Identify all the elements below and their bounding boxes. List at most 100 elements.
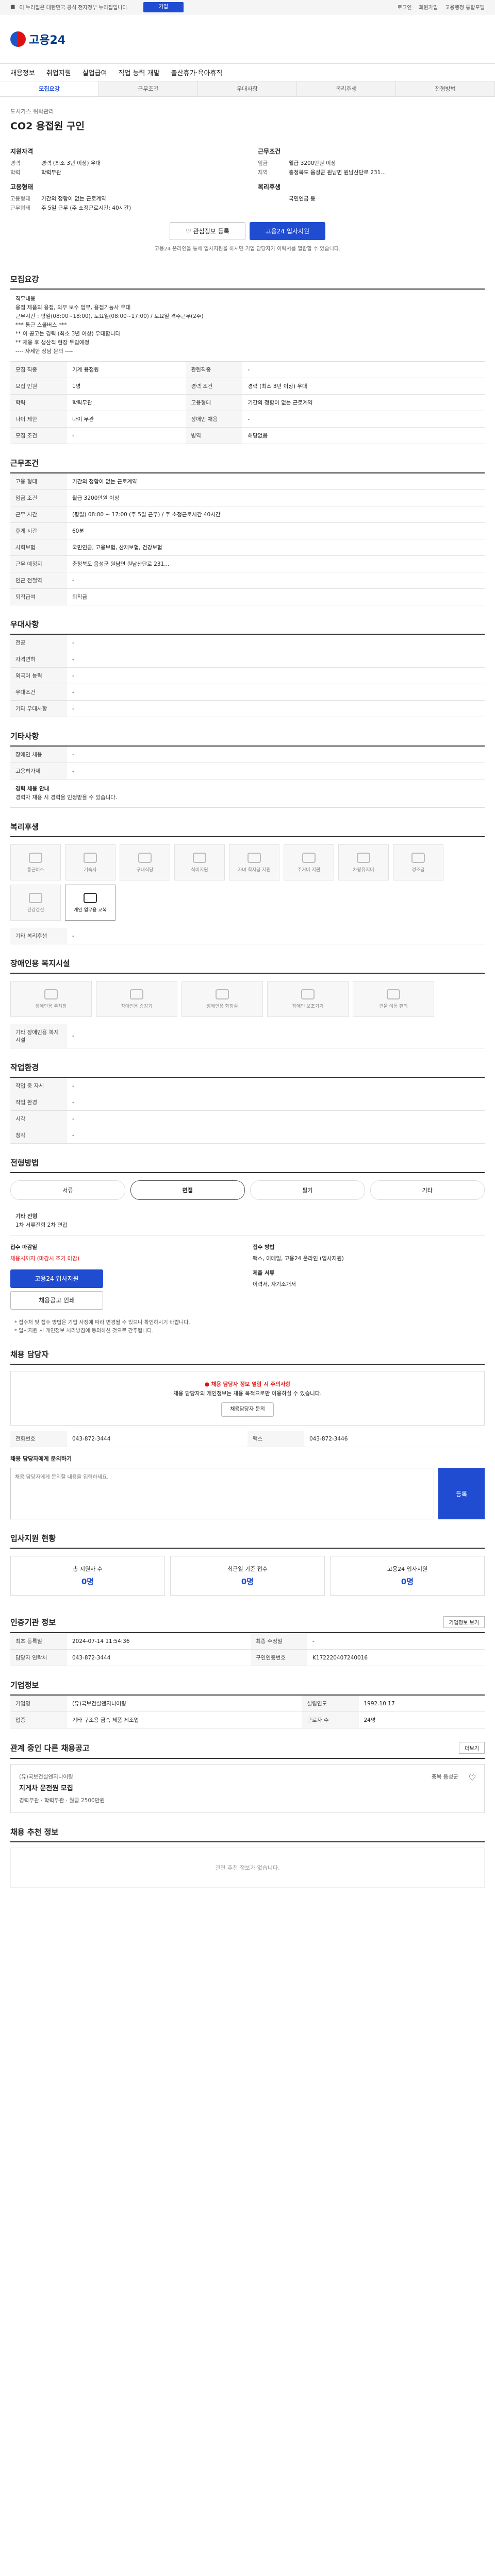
row-key: 근무 예정지 — [10, 555, 67, 572]
info-title: 인증기관 정보 — [10, 1618, 56, 1627]
row-value: 충청북도 음성군 원남면 원남산단로 231... — [67, 555, 485, 572]
row-key: 구인인증번호 — [251, 1649, 307, 1666]
welfare-tile-label: 건강검진 — [27, 907, 44, 913]
nav-item-leave[interactable]: 출산휴가·육아휴직 — [171, 67, 223, 77]
welfare-tile: 차량유지비 — [338, 844, 389, 880]
table-row: 모집 직종 기계 용접원 관련직종 - — [10, 362, 485, 378]
row-value: - — [67, 1127, 485, 1144]
table-row: 청각 - — [10, 1127, 485, 1144]
row-key: 최종 수정일 — [251, 1633, 307, 1650]
selection-section: 전형방법 서류 면접 필기 기타 기타 전형 1차 서류전형 2차 면접 접수 마… — [10, 1157, 485, 1335]
row-value: - — [67, 1094, 485, 1111]
assistive-icon — [301, 989, 315, 999]
other-job-card[interactable]: (유)국보건설엔지니어링 지게차 운전원 모집 경력무관 · 학력무관 · 월급… — [10, 1764, 485, 1813]
row-key: 고용 형태 — [10, 473, 67, 490]
tab-welfare[interactable]: 복리후생 — [297, 81, 396, 96]
bus-icon — [29, 852, 42, 863]
summary-key: 고용형태 — [10, 196, 30, 202]
row-key: 시각 — [10, 1110, 67, 1127]
row-value: - — [307, 1633, 485, 1650]
table-row: 모집 조건 - 병역 해당없음 — [10, 427, 485, 444]
heart-icon: ♡ — [186, 228, 193, 235]
company-info-button[interactable]: 기업정보 보기 — [443, 1616, 485, 1628]
tab-preference[interactable]: 우대사항 — [198, 81, 297, 96]
disability-tile: 장애인용 주차장 — [10, 981, 92, 1017]
row-key: 임금 조건 — [10, 489, 67, 506]
row-value: 043-872-3444 — [67, 1649, 251, 1666]
tab-selection[interactable]: 전형방법 — [396, 81, 495, 96]
table-row: 고용 형태 기간의 정함이 없는 근로계약 — [10, 473, 485, 490]
table-row: 모집 인원 1명 경력 조건 경력 (최소 3년 이상) 우대 — [10, 378, 485, 395]
nav-item-benefit[interactable]: 실업급여 — [82, 67, 107, 77]
welfare-tile-label: 자녀 학자금 지원 — [238, 867, 271, 873]
table-row: 작업 환경 - — [10, 1094, 485, 1111]
warning-icon: ● — [204, 1381, 211, 1387]
row-key: 학력 — [10, 394, 67, 411]
disability-tile: 장애인 보조기기 — [267, 981, 349, 1017]
tuition-icon — [248, 852, 261, 863]
welfare-tiles: 통근버스 기숙사 구내식당 식비지원 자녀 학자금 지원 주거비 지원 차량유지… — [10, 837, 485, 928]
table-row: 우대조건 - — [10, 684, 485, 701]
summary-welfare-heading: 복리후생 — [258, 183, 281, 191]
tab-recruit[interactable]: 모집요강 — [0, 81, 99, 96]
tab-conditions[interactable]: 근무조건 — [99, 81, 198, 96]
scrap-button[interactable]: ♡ 관심정보 등록 — [170, 222, 245, 240]
row-key: 관련직종 — [186, 362, 243, 378]
alert-title: 채용 담당자 정보 열람 시 주의사항 — [211, 1381, 291, 1387]
phone-label: 전화번호 — [10, 1431, 67, 1447]
contact-button[interactable]: 채용담당자 문의 — [221, 1402, 274, 1417]
contact-table: 전화번호 043-872-3444 팩스 043-872-3446 — [10, 1431, 485, 1447]
disability-other-table: 기타 장애인용 복지시설 - — [10, 1024, 485, 1048]
apply-button[interactable]: 고용24 입사지원 — [249, 222, 325, 240]
row-key: 모집 직종 — [10, 362, 67, 378]
row-value: 경력 (최소 3년 이상) 우대 — [242, 378, 485, 395]
print-button[interactable]: 채용공고 인쇄 — [10, 1291, 103, 1310]
more-jobs-button[interactable]: 더보기 — [459, 1742, 485, 1754]
row-key: 장애인 채용 — [10, 747, 67, 763]
portal-link[interactable]: 고용행정 통합포털 — [445, 3, 485, 11]
work-section: 근무조건 고용 형태 기간의 정함이 없는 근로계약 임금 조건 월급 3200만원… — [10, 457, 485, 605]
table-row: 학력 학력무관 고용형태 기간의 정함이 없는 근로계약 — [10, 394, 485, 411]
logo[interactable]: 고용24 — [10, 31, 65, 47]
stat-label: 총 지원자 수 — [73, 1566, 103, 1572]
table-row: 고용허가제 - — [10, 762, 485, 779]
apply-button-bottom[interactable]: 고용24 입사지원 — [10, 1269, 103, 1288]
selection-steps: 서류 면접 필기 기타 — [10, 1173, 485, 1207]
stat-label: 최근일 기준 접수 — [227, 1566, 268, 1572]
nav-item-support[interactable]: 취업지원 — [46, 67, 71, 77]
welfare-tile: 건강검진 — [10, 885, 61, 921]
qa-submit-button[interactable]: 등록 — [438, 1468, 485, 1519]
contact-alert: ● 채용 담당자 정보 열람 시 주의사항 채용 담당자의 개인정보는 채용 목… — [10, 1371, 485, 1426]
alert-body: 채용 담당자의 개인정보는 채용 목적으로만 이용하실 수 있습니다. — [173, 1391, 322, 1397]
table-row: 최초 등록일 2024-07-14 11:54:36 최종 수정일 - — [10, 1633, 485, 1650]
nav-item-training[interactable]: 직업 능력 개발 — [119, 67, 160, 77]
restroom-icon — [216, 989, 229, 999]
table-row: 휴게 시간 60분 — [10, 522, 485, 539]
nav-item-jobs[interactable]: 채용정보 — [10, 67, 35, 77]
summary-value: 기간의 정함이 없는 근로계약 — [41, 196, 106, 202]
table-row: 담당자 연락처 043-872-3444 구인인증번호 K17222040724001… — [10, 1649, 485, 1666]
prefer-section: 우대사항 전공 - 자격면허 - 외국어 능력 - 우대조건 - 기타 우대사항 - — [10, 619, 485, 717]
login-link[interactable]: 로그인 — [398, 3, 412, 11]
welfare-other-table: 기타 복리후생 - — [10, 928, 485, 944]
stat-value: 0명 — [401, 1577, 414, 1586]
table-row: 자격면허 - — [10, 651, 485, 668]
table-row: 나이 제한 나이 무관 장애인 채용 - — [10, 411, 485, 428]
tab-enterprise[interactable]: 기업 — [143, 2, 184, 12]
row-value: 해당없음 — [242, 427, 485, 444]
cafeteria-icon — [138, 852, 152, 863]
disability-tile: 장애인용 화장실 — [182, 981, 263, 1017]
stat-value: 0명 — [241, 1577, 254, 1586]
summary-key: 경력 — [10, 160, 21, 166]
stats-title: 입사지원 현황 — [10, 1533, 485, 1549]
summary-value: 주 5일 근무 (주 소정근로시간: 40시간) — [41, 205, 131, 211]
row-key: 최초 등록일 — [10, 1633, 67, 1650]
row-key: 고용형태 — [186, 394, 243, 411]
qa-input[interactable] — [10, 1468, 434, 1519]
signup-link[interactable]: 회원가입 — [419, 3, 438, 11]
fax-label: 팩스 — [248, 1431, 304, 1447]
site-header: 고용24 — [0, 14, 495, 64]
other-note-heading: 경력 채용 안내 — [15, 786, 50, 792]
heart-icon[interactable]: ♡ — [469, 1773, 476, 1804]
row-key: 작업 중 자세 — [10, 1078, 67, 1094]
